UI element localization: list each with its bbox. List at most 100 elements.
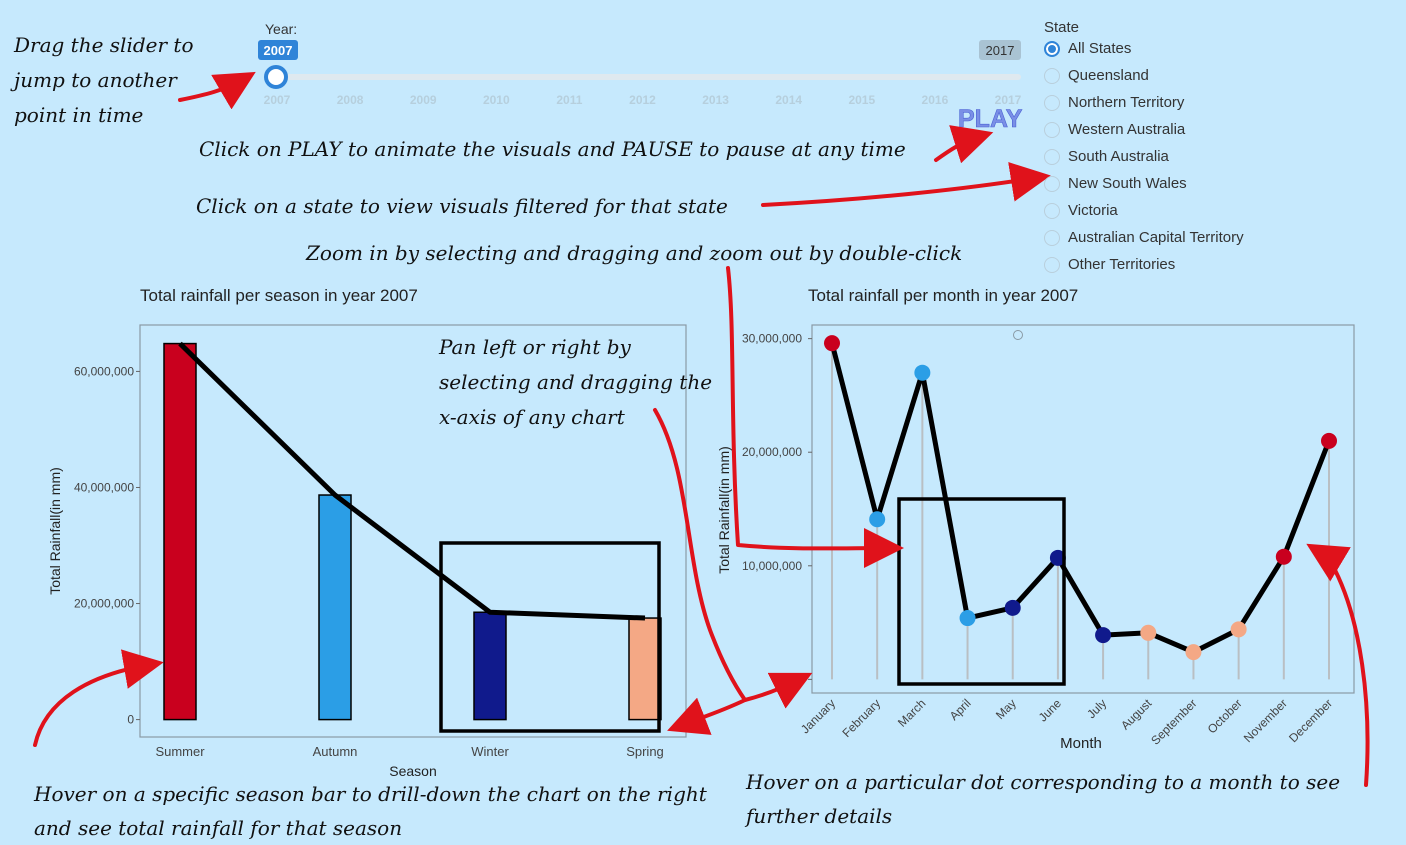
state-option[interactable]: Other Territories — [1044, 256, 1175, 273]
radio-button[interactable] — [1044, 121, 1060, 138]
month-x-tick-label: October — [1205, 696, 1245, 736]
month-dot-august[interactable] — [1140, 624, 1157, 641]
month-dot-october[interactable] — [1230, 621, 1247, 638]
month-x-tick-label: June — [1036, 696, 1065, 725]
month-dot-september[interactable] — [1185, 644, 1202, 661]
season-bar-spring[interactable] — [628, 617, 662, 721]
slider-tick-label[interactable]: 2011 — [556, 93, 582, 107]
state-option-label: Other Territories — [1068, 256, 1176, 273]
radio-button[interactable] — [1044, 229, 1060, 246]
month-y-axis-title: Total Rainfall(in mm) — [716, 446, 732, 574]
annotation-line: further details — [746, 804, 893, 828]
season-bar-autumn[interactable] — [318, 494, 352, 721]
annotation-line: x-axis of any chart — [439, 405, 625, 429]
state-option[interactable]: Western Australia — [1044, 121, 1185, 138]
annotation-line: Hover on a particular dot corresponding … — [746, 770, 1341, 794]
arrow-season-bar — [33, 649, 164, 747]
month-dot-july[interactable] — [1095, 627, 1112, 644]
annotation-drag-slider: Drag the slider to jump to another point… — [14, 28, 193, 133]
radio-button[interactable] — [1044, 148, 1060, 165]
slider-tick-label[interactable]: 2012 — [629, 93, 656, 107]
annotation-line: point in time — [14, 103, 144, 127]
month-x-tick-label: August — [1118, 696, 1155, 733]
annotation-hover-season: Hover on a specific season bar to drill-… — [34, 777, 707, 845]
annotation-line: and see total rainfall for that season — [34, 816, 403, 840]
annotation-pan: Pan left or right by selecting and dragg… — [439, 330, 712, 435]
slider-tick-label[interactable]: 2009 — [410, 93, 437, 107]
month-y-tick-label: 20,000,000 — [742, 445, 802, 459]
annotation-line: Drag the slider to — [14, 33, 194, 57]
state-option[interactable]: All States — [1044, 40, 1131, 57]
state-option[interactable]: Northern Territory — [1044, 94, 1184, 111]
play-button[interactable]: PLAY — [958, 105, 1023, 134]
month-dot-december[interactable] — [1321, 432, 1337, 449]
month-plot-area[interactable] — [811, 324, 1355, 694]
state-option[interactable]: Victoria — [1044, 202, 1118, 219]
month-dot-march[interactable] — [914, 364, 931, 381]
month-y-tick-label: 30,000,000 — [742, 332, 802, 346]
month-line-chart: 010,000,00020,000,00030,000,000 January F… — [716, 324, 1355, 752]
modebar-indicator — [1013, 330, 1023, 340]
slider-tick-label[interactable]: 2016 — [922, 93, 949, 107]
month-x-tick-label: July — [1084, 696, 1109, 721]
radio-button[interactable] — [1044, 94, 1060, 111]
state-option-label: Victoria — [1068, 202, 1118, 219]
state-option[interactable]: Queensland — [1044, 67, 1149, 84]
month-dot-may[interactable] — [1004, 599, 1021, 616]
state-option[interactable]: New South Wales — [1044, 175, 1187, 192]
slider-tick-label[interactable]: 2010 — [483, 93, 510, 107]
season-chart-title: Total rainfall per season in year 2007 — [140, 286, 418, 305]
month-dot-april[interactable] — [959, 610, 976, 627]
arrow-play — [934, 125, 994, 164]
annotation-line: selecting and dragging the — [439, 370, 713, 394]
month-dot-november[interactable] — [1275, 548, 1292, 565]
slider-tick-label[interactable]: 2008 — [337, 93, 364, 107]
slider-tick-label[interactable]: 2007 — [264, 93, 291, 107]
state-filter-label: State — [1044, 19, 1080, 36]
radio-button[interactable] — [1044, 202, 1060, 219]
radio-button[interactable] — [1044, 175, 1060, 192]
slider-handle[interactable] — [264, 65, 288, 89]
season-x-tick-label: Autumn — [313, 744, 358, 759]
slider-tick-label[interactable]: 2014 — [775, 93, 802, 107]
season-x-tick-label: Winter — [471, 744, 509, 759]
radio-button[interactable] — [1044, 256, 1060, 273]
zoom-selection-box — [897, 497, 1066, 686]
month-dot-january[interactable] — [824, 335, 840, 352]
annotation-play: Click on PLAY to animate the visuals and… — [199, 137, 906, 161]
slider-tick-labels: 2007 2008 2009 2010 2011 2012 2013 2014 2015 2016… — [264, 93, 1022, 107]
annotation-line: jump to another — [14, 68, 177, 92]
arrow-zoom — [726, 266, 904, 569]
arrow-pan-right — [743, 672, 813, 709]
slider-max-value: 2017 — [986, 43, 1015, 58]
arrow-month-dot — [1306, 543, 1370, 787]
state-option[interactable]: South Australia — [1044, 148, 1169, 165]
month-x-tick-label: March — [895, 696, 928, 729]
state-option-label: New South Wales — [1068, 175, 1187, 192]
slider-current-value: 2007 — [264, 43, 293, 58]
month-y-tick-label: 10,000,000 — [742, 559, 802, 573]
state-option-label: Australian Capital Territory — [1068, 229, 1244, 246]
season-y-tick-label: 20,000,000 — [74, 597, 134, 611]
state-option[interactable]: Australian Capital Territory — [1044, 229, 1244, 246]
radio-button[interactable] — [1044, 40, 1060, 57]
annotation-zoom: Zoom in by selecting and dragging and zo… — [306, 241, 963, 265]
month-dot-february[interactable] — [869, 511, 886, 528]
season-y-axis-title: Total Rainfall(in mm) — [47, 467, 63, 595]
month-x-axis-title: Month — [1060, 735, 1102, 752]
month-chart-title: Total rainfall per month in year 2007 — [808, 286, 1079, 305]
season-y-tick-label: 60,000,000 — [74, 364, 134, 378]
state-option-label: Western Australia — [1068, 121, 1186, 138]
annotation-line: Pan left or right by — [439, 335, 631, 359]
radio-button[interactable] — [1044, 67, 1060, 84]
slider-tick-label[interactable]: 2015 — [848, 93, 875, 107]
annotation-hover-month: Hover on a particular dot corresponding … — [746, 765, 1340, 833]
month-x-tick-label: November — [1241, 696, 1290, 745]
season-bar-summer[interactable] — [163, 342, 197, 721]
year-slider[interactable]: 2007 2017 Year: 2007 2008 2009 2010 2011 2012… — [258, 21, 1022, 107]
slider-label: Year: — [265, 21, 297, 37]
season-bar-winter[interactable] — [473, 611, 507, 721]
annotation-state: Click on a state to view visuals filtere… — [196, 194, 728, 218]
slider-tick-label[interactable]: 2013 — [702, 93, 729, 107]
state-option-label: Queensland — [1068, 67, 1149, 84]
